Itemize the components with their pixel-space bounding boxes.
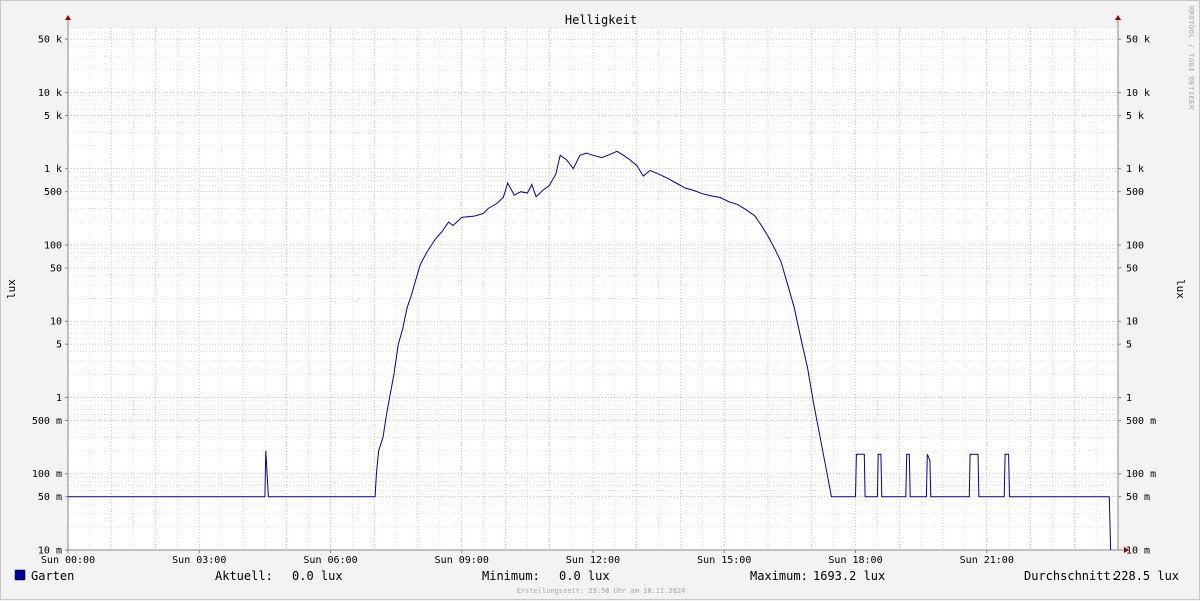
y-tick-label-right: 10 m (1126, 546, 1150, 557)
legend-current-label: Aktuell: (215, 569, 273, 583)
y-tick-label-right: 100 (1126, 240, 1144, 251)
x-tick-label: Sun 21:00 (960, 555, 1014, 566)
y-tick-label-left: 50 m (38, 492, 62, 503)
y-tick-label-left: 100 (44, 240, 62, 251)
y-axis-right-arrow (1115, 15, 1121, 20)
x-tick-label: Sun 09:00 (435, 555, 489, 566)
y-axis-left-arrow (65, 15, 71, 20)
brightness-chart: Sun 00:00 Sun 03:00 Sun 06:00 Sun 09:00 Sun … (5, 6, 1195, 595)
y-tick-label-right: 10 (1126, 317, 1138, 328)
y-tick-label-left: 50 (50, 263, 62, 274)
y-tick-label-left: 10 k (38, 88, 62, 99)
y-tick-label-right: 5 k (1126, 111, 1144, 122)
legend-current-value: 0.0 lux (292, 569, 343, 583)
graph-frame: Sun 00:00 Sun 03:00 Sun 06:00 Sun 09:00 Sun … (0, 0, 1200, 600)
x-tick-label: Sun 18:00 (828, 555, 882, 566)
y-tick-label-left: 100 m (32, 469, 62, 480)
y-tick-label-left: 500 m (32, 416, 62, 427)
x-tick-label: Sun 15:00 (697, 555, 751, 566)
legend-max-label: Maximum: (750, 569, 808, 583)
y-tick-label-right: 5 (1126, 340, 1132, 351)
legend-swatch-garten (14, 569, 26, 581)
y-axis-label-right: lux (1174, 279, 1187, 299)
y-tick-label-left: 1 k (44, 164, 62, 175)
legend-avg-label: Durchschnitt: (1024, 569, 1118, 583)
y-axis-label-left: lux (5, 279, 18, 299)
y-tick-label-right: 500 m (1126, 416, 1156, 427)
legend-series-name: Garten (31, 569, 74, 583)
footer-created: Erstellungszeit: 23:58 Uhr am 10.11.2024 (517, 587, 686, 595)
legend-max-value: 1693.2 lux (813, 569, 885, 583)
x-tick-label: Sun 06:00 (303, 555, 357, 566)
legend-min-value: 0.0 lux (559, 569, 610, 583)
y-tick-label-right: 50 m (1126, 492, 1150, 503)
rrdtool-credit: RRDTOOL / TOBI OETIKER (1187, 6, 1195, 110)
y-tick-label-left: 5 (56, 340, 62, 351)
y-tick-label-left: 50 k (38, 35, 62, 46)
y-tick-label-right: 50 (1126, 263, 1138, 274)
y-tick-label-left: 10 m (38, 546, 62, 557)
y-tick-label-right: 500 (1126, 187, 1144, 198)
y-tick-label-left: 5 k (44, 111, 62, 122)
x-tick-label: Sun 03:00 (172, 555, 226, 566)
y-tick-label-right: 100 m (1126, 469, 1156, 480)
y-tick-label-right: 50 k (1126, 35, 1150, 46)
y-tick-label-left: 1 (56, 393, 62, 404)
y-tick-label-left: 500 (44, 187, 62, 198)
x-tick-label: Sun 12:00 (566, 555, 620, 566)
y-tick-label-right: 1 (1126, 393, 1132, 404)
y-tick-label-left: 10 (50, 317, 62, 328)
y-tick-label-right: 10 k (1126, 88, 1150, 99)
legend-avg-value: 228.5 lux (1114, 569, 1179, 583)
x-tick-label: Sun 00:00 (41, 555, 95, 566)
chart-title: Helligkeit (565, 13, 637, 27)
y-tick-label-right: 1 k (1126, 164, 1144, 175)
legend-min-label: Minimum: (482, 569, 540, 583)
